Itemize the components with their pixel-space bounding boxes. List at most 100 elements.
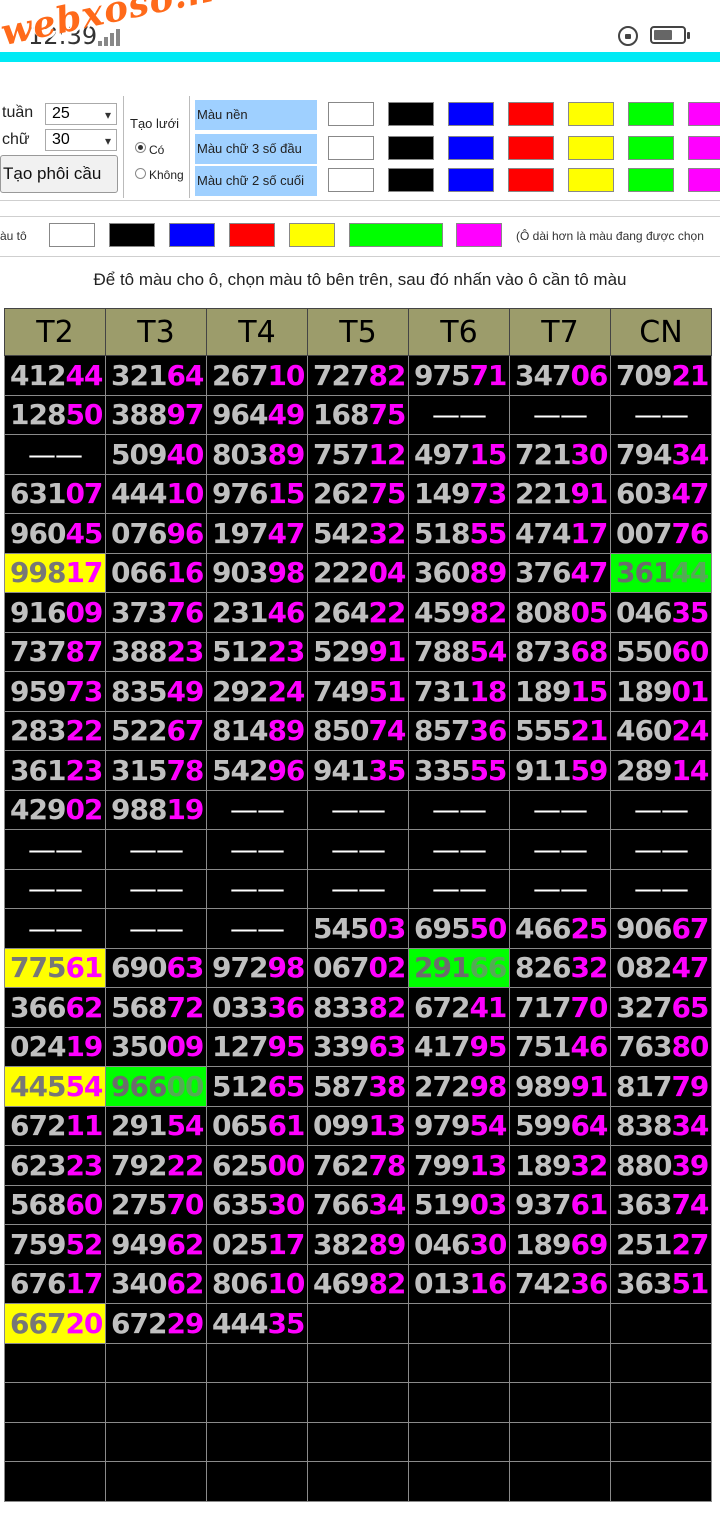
- result-cell[interactable]: 38289: [307, 1224, 409, 1265]
- result-cell[interactable]: 66720: [4, 1303, 106, 1344]
- result-cell[interactable]: 01316: [408, 1263, 510, 1304]
- result-cell[interactable]: 28322: [4, 710, 106, 751]
- result-cell[interactable]: 70921: [610, 355, 712, 396]
- result-cell[interactable]: ——: [610, 789, 712, 830]
- result-cell[interactable]: 80805: [509, 592, 611, 633]
- result-cell[interactable]: 56872: [105, 987, 207, 1028]
- result-cell[interactable]: 18915: [509, 671, 611, 712]
- result-cell[interactable]: 32164: [105, 355, 207, 396]
- result-cell[interactable]: 60347: [610, 473, 712, 514]
- result-cell[interactable]: 50940: [105, 434, 207, 475]
- paint-color-swatch[interactable]: [456, 223, 502, 247]
- color-swatch[interactable]: [328, 168, 374, 192]
- result-cell[interactable]: 46024: [610, 710, 712, 751]
- result-cell[interactable]: [509, 1342, 611, 1383]
- result-cell[interactable]: 75712: [307, 434, 409, 475]
- result-cell[interactable]: 97571: [408, 355, 510, 396]
- result-cell[interactable]: ——: [105, 908, 207, 949]
- result-cell[interactable]: 76634: [307, 1184, 409, 1225]
- result-cell[interactable]: 18969: [509, 1224, 611, 1265]
- result-cell[interactable]: ——: [307, 829, 409, 870]
- result-cell[interactable]: 51265: [206, 1066, 308, 1107]
- result-cell[interactable]: 18901: [610, 671, 712, 712]
- result-cell[interactable]: [206, 1421, 308, 1462]
- result-cell[interactable]: ——: [4, 434, 106, 475]
- result-cell[interactable]: 96045: [4, 513, 106, 554]
- result-cell[interactable]: [509, 1461, 611, 1502]
- result-cell[interactable]: [206, 1382, 308, 1423]
- result-cell[interactable]: 72130: [509, 434, 611, 475]
- result-cell[interactable]: [4, 1461, 106, 1502]
- result-cell[interactable]: 29166: [408, 947, 510, 988]
- result-cell[interactable]: 37376: [105, 592, 207, 633]
- result-cell[interactable]: 32765: [610, 987, 712, 1028]
- result-cell[interactable]: 54503: [307, 908, 409, 949]
- color-swatch[interactable]: [508, 102, 554, 126]
- paint-color-swatch[interactable]: [169, 223, 215, 247]
- result-cell[interactable]: ——: [4, 868, 106, 909]
- result-cell[interactable]: 36351: [610, 1263, 712, 1304]
- result-cell[interactable]: 14973: [408, 473, 510, 514]
- result-cell[interactable]: [610, 1303, 712, 1344]
- result-cell[interactable]: ——: [206, 908, 308, 949]
- result-cell[interactable]: 26275: [307, 473, 409, 514]
- result-cell[interactable]: 03336: [206, 987, 308, 1028]
- result-cell[interactable]: 09913: [307, 1105, 409, 1146]
- result-cell[interactable]: 06561: [206, 1105, 308, 1146]
- result-cell[interactable]: [408, 1461, 510, 1502]
- color-swatch[interactable]: [568, 136, 614, 160]
- result-cell[interactable]: ——: [408, 868, 510, 909]
- result-cell[interactable]: 47417: [509, 513, 611, 554]
- result-cell[interactable]: 69550: [408, 908, 510, 949]
- result-cell[interactable]: [307, 1382, 409, 1423]
- result-cell[interactable]: 94962: [105, 1224, 207, 1265]
- digits-select[interactable]: 30: [45, 129, 117, 151]
- result-cell[interactable]: 44554: [4, 1066, 106, 1107]
- result-cell[interactable]: [206, 1342, 308, 1383]
- result-cell[interactable]: 79434: [610, 434, 712, 475]
- result-cell[interactable]: 62323: [4, 1145, 106, 1186]
- result-cell[interactable]: 35009: [105, 1026, 207, 1067]
- result-cell[interactable]: 75146: [509, 1026, 611, 1067]
- result-cell[interactable]: 51223: [206, 631, 308, 672]
- result-cell[interactable]: ——: [610, 829, 712, 870]
- color-swatch[interactable]: [568, 168, 614, 192]
- result-cell[interactable]: 46625: [509, 908, 611, 949]
- result-cell[interactable]: [4, 1382, 106, 1423]
- result-cell[interactable]: 99817: [4, 552, 106, 593]
- result-cell[interactable]: 27570: [105, 1184, 207, 1225]
- result-cell[interactable]: [105, 1421, 207, 1462]
- result-cell[interactable]: 00776: [610, 513, 712, 554]
- result-cell[interactable]: 33963: [307, 1026, 409, 1067]
- result-cell[interactable]: 74236: [509, 1263, 611, 1304]
- result-cell[interactable]: 41244: [4, 355, 106, 396]
- grid-no-radio[interactable]: [135, 168, 146, 179]
- result-cell[interactable]: 80610: [206, 1263, 308, 1304]
- color-swatch[interactable]: [628, 168, 674, 192]
- result-cell[interactable]: 85074: [307, 710, 409, 751]
- color-swatch[interactable]: [448, 136, 494, 160]
- result-cell[interactable]: 75952: [4, 1224, 106, 1265]
- result-cell[interactable]: 02419: [4, 1026, 106, 1067]
- result-cell[interactable]: ——: [206, 829, 308, 870]
- result-cell[interactable]: 44410: [105, 473, 207, 514]
- result-cell[interactable]: [610, 1342, 712, 1383]
- color-swatch[interactable]: [328, 136, 374, 160]
- result-cell[interactable]: ——: [105, 868, 207, 909]
- result-cell[interactable]: [4, 1342, 106, 1383]
- result-cell[interactable]: 06616: [105, 552, 207, 593]
- result-cell[interactable]: ——: [4, 829, 106, 870]
- paint-color-swatch[interactable]: [289, 223, 335, 247]
- result-cell[interactable]: ——: [509, 829, 611, 870]
- result-cell[interactable]: 49715: [408, 434, 510, 475]
- result-cell[interactable]: 12850: [4, 394, 106, 435]
- result-cell[interactable]: 46982: [307, 1263, 409, 1304]
- result-cell[interactable]: [610, 1461, 712, 1502]
- paint-color-swatch[interactable]: [49, 223, 95, 247]
- result-cell[interactable]: 96600: [105, 1066, 207, 1107]
- result-cell[interactable]: 28914: [610, 750, 712, 791]
- result-cell[interactable]: 54296: [206, 750, 308, 791]
- result-cell[interactable]: ——: [610, 868, 712, 909]
- result-cell[interactable]: 36123: [4, 750, 106, 791]
- color-swatch[interactable]: [508, 168, 554, 192]
